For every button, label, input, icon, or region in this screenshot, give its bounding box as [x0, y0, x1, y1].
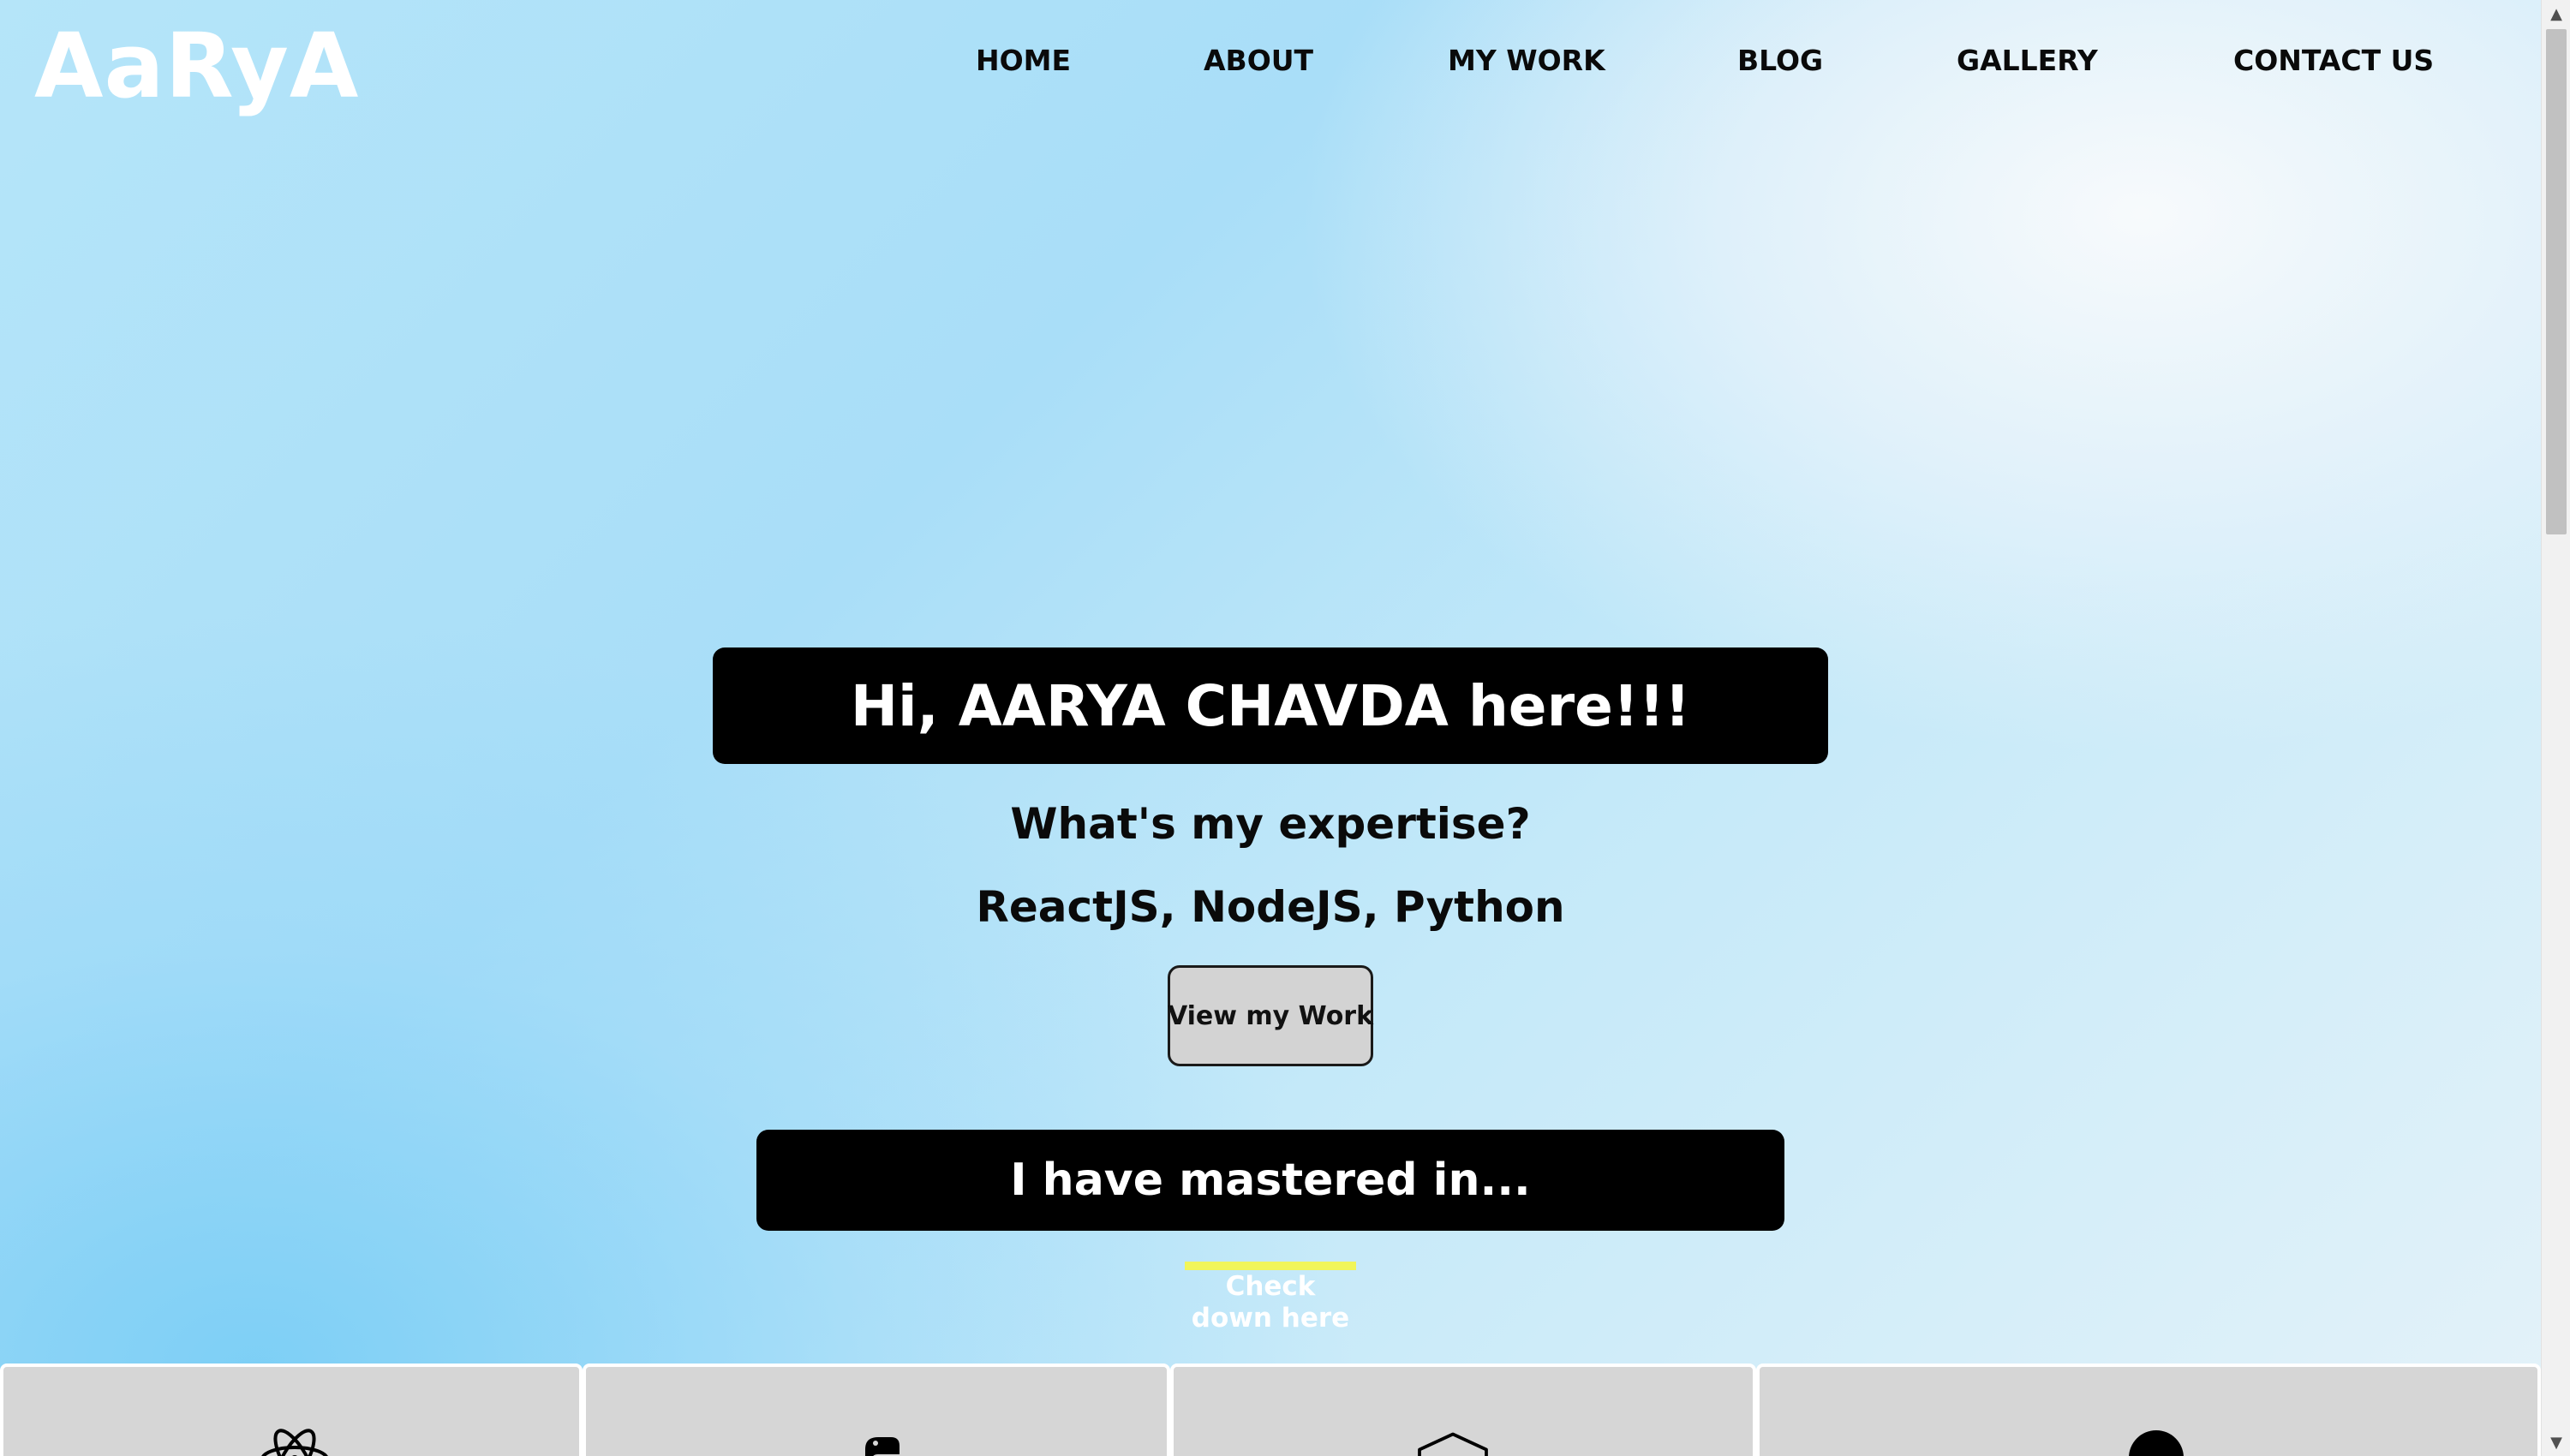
skill-card-other[interactable]: [1756, 1364, 2541, 1456]
expertise-answer: ReactJS, NodeJS, Python: [976, 882, 1565, 932]
nodejs-icon: [1418, 1432, 1488, 1456]
hero-greeting-banner: Hi, AARYA CHAVDA here!!!: [713, 647, 1828, 764]
circle-icon: [2129, 1430, 2184, 1456]
nav-about[interactable]: ABOUT: [1204, 41, 1313, 81]
scroll-down-arrow-icon[interactable]: ▼: [2542, 1429, 2570, 1456]
skill-card-nodejs[interactable]: [1170, 1364, 1756, 1456]
nav-gallery[interactable]: GALLERY: [1957, 41, 2098, 81]
skill-card-python[interactable]: [583, 1364, 1170, 1456]
react-icon: [261, 1429, 328, 1456]
page-viewport: AaRyA HOME ABOUT MY WORK BLOG GALLERY CO…: [0, 0, 2541, 1456]
expertise-question: What's my expertise?: [1010, 799, 1531, 849]
check-accent-bar: [1185, 1262, 1356, 1270]
skill-cards: [0, 1364, 2541, 1456]
check-down-here-link[interactable]: Check down here: [1142, 1271, 1399, 1334]
vertical-scrollbar[interactable]: ▲ ▼: [2541, 0, 2570, 1456]
skill-card-react[interactable]: [0, 1364, 583, 1456]
scrollbar-thumb[interactable]: [2546, 29, 2567, 534]
nav-blog[interactable]: BLOG: [1737, 41, 1823, 81]
check-line-2: down here: [1191, 1303, 1350, 1334]
nav-my-work[interactable]: MY WORK: [1448, 41, 1605, 81]
scroll-up-arrow-icon[interactable]: ▲: [2542, 0, 2570, 27]
nav-home[interactable]: HOME: [976, 41, 1071, 81]
python-icon: [865, 1437, 900, 1456]
main-nav: HOME ABOUT MY WORK BLOG GALLERY CONTACT …: [0, 41, 2541, 81]
mastered-heading-banner: I have mastered in...: [756, 1130, 1784, 1231]
view-my-work-button[interactable]: View my Work: [1168, 965, 1373, 1066]
nav-contact-us[interactable]: CONTACT US: [2233, 41, 2434, 81]
check-line-1: Check: [1225, 1271, 1316, 1302]
